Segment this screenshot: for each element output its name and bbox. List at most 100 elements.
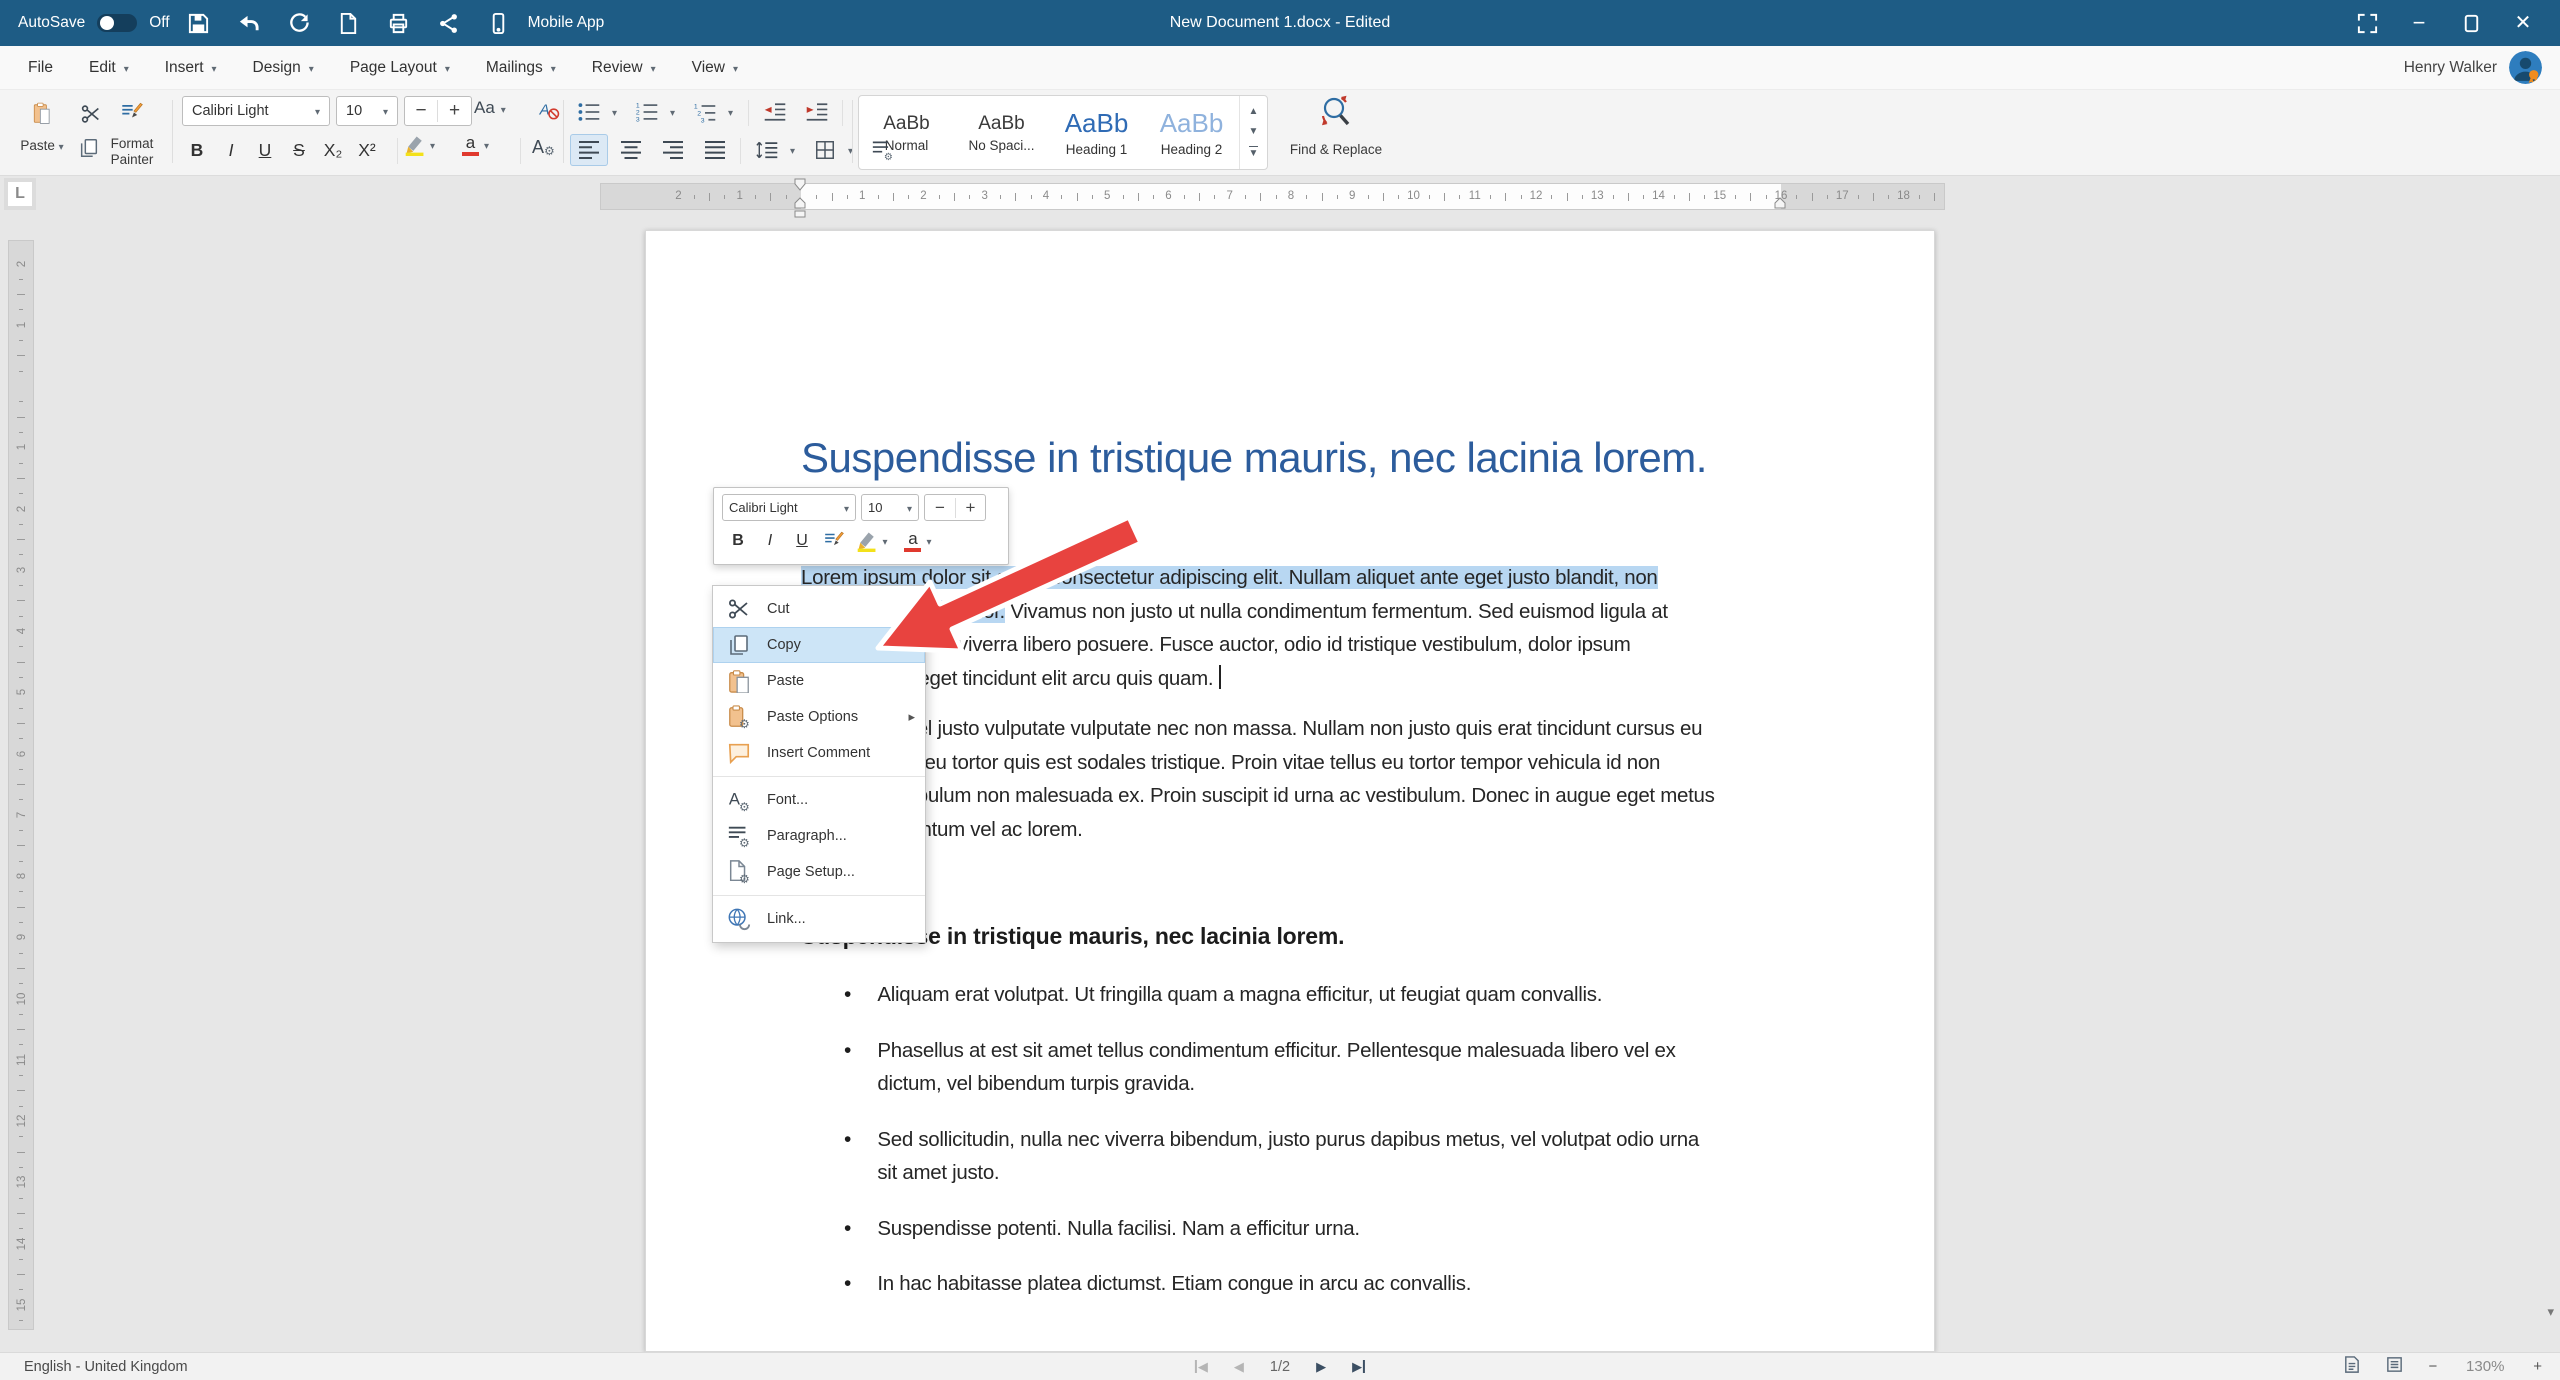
style-heading-1[interactable]: AaBbHeading 1 bbox=[1049, 96, 1144, 169]
mini-decrease-font-button[interactable]: − bbox=[925, 498, 955, 518]
numbered-list-button[interactable]: 123 bbox=[628, 96, 675, 128]
find-replace-button[interactable]: Find & Replace bbox=[1288, 94, 1384, 158]
context-menu-item-insert-comment[interactable]: Insert Comment bbox=[713, 735, 925, 771]
styles-more-icon[interactable] bbox=[1249, 146, 1259, 159]
menu-item-label: Paragraph... bbox=[767, 828, 915, 844]
redo-icon[interactable] bbox=[278, 6, 320, 40]
left-indent-marker[interactable] bbox=[794, 210, 806, 218]
autosave-toggle[interactable] bbox=[97, 14, 137, 32]
context-menu-item-paste-options[interactable]: ⚙Paste Options bbox=[713, 699, 925, 735]
context-menu-item-paste[interactable]: Paste bbox=[713, 663, 925, 699]
format-painter-button[interactable] bbox=[108, 94, 156, 132]
multilevel-list-button[interactable]: 123 bbox=[686, 96, 733, 128]
context-menu-item-link[interactable]: Link... bbox=[713, 901, 925, 937]
line-spacing-button[interactable] bbox=[748, 134, 795, 166]
format-u-button[interactable]: U bbox=[248, 134, 282, 166]
previous-page-button[interactable] bbox=[1234, 1360, 1244, 1373]
zoom-out-button[interactable]: − bbox=[2428, 1358, 2437, 1375]
format-b-button[interactable]: B bbox=[180, 134, 214, 166]
tab-selector[interactable]: L bbox=[4, 178, 36, 210]
context-menu-item-page-setup[interactable]: ⚙Page Setup... bbox=[713, 854, 925, 890]
style-no-spaci[interactable]: AaBbNo Spaci... bbox=[954, 96, 1049, 169]
menu-item-label: Copy bbox=[767, 637, 915, 653]
mini-highlight-color-button[interactable] bbox=[850, 527, 894, 555]
decrease-font-button[interactable]: − bbox=[405, 100, 438, 122]
restore-icon[interactable] bbox=[2452, 6, 2490, 40]
mini-format-b-button[interactable]: B bbox=[722, 527, 754, 555]
format-i-button[interactable]: I bbox=[214, 134, 248, 166]
align-right-button[interactable] bbox=[654, 134, 692, 166]
bullet-list-button[interactable] bbox=[570, 96, 617, 128]
close-icon[interactable]: ✕ bbox=[2504, 6, 2542, 40]
zoom-level[interactable]: 130% bbox=[2461, 1358, 2509, 1375]
print-icon[interactable] bbox=[378, 6, 420, 40]
first-page-button[interactable] bbox=[1194, 1360, 1208, 1373]
cut-button[interactable] bbox=[72, 98, 110, 130]
last-page-button[interactable] bbox=[1352, 1360, 1366, 1373]
svg-text:⚙: ⚙ bbox=[739, 717, 750, 729]
styles-scroll-down-icon[interactable] bbox=[1249, 126, 1259, 137]
zoom-in-button[interactable]: + bbox=[2533, 1358, 2542, 1375]
vertical-ruler[interactable]: 21123456789101112131415 bbox=[8, 240, 34, 1330]
next-page-button[interactable] bbox=[1316, 1360, 1326, 1373]
align-left-button[interactable] bbox=[570, 134, 608, 166]
svg-text:2: 2 bbox=[697, 110, 701, 117]
chevron-down-icon bbox=[309, 59, 314, 77]
format-painter-label[interactable]: Format Painter bbox=[96, 136, 168, 168]
scroll-down-icon[interactable]: ▾ bbox=[2547, 1304, 2554, 1320]
font-size-select[interactable]: 10 bbox=[336, 96, 398, 126]
paste-button[interactable] bbox=[18, 94, 66, 132]
borders-button[interactable] bbox=[806, 134, 853, 166]
mini-increase-font-button[interactable]: + bbox=[955, 498, 985, 518]
format-x-button[interactable]: X² bbox=[350, 134, 384, 166]
mini-font-color-button[interactable]: a bbox=[894, 527, 942, 555]
mini-font-name-select[interactable]: Calibri Light bbox=[722, 494, 856, 521]
language-indicator[interactable]: English - United Kingdom bbox=[0, 1359, 188, 1375]
highlight-color-button[interactable] bbox=[404, 134, 435, 156]
print-layout-view-icon[interactable] bbox=[2342, 1355, 2361, 1378]
decrease-indent-button[interactable] bbox=[756, 96, 794, 128]
menu-mailings[interactable]: Mailings bbox=[468, 46, 574, 89]
context-menu-item-cut[interactable]: Cut bbox=[713, 591, 925, 627]
share-icon[interactable] bbox=[428, 6, 470, 40]
increase-font-button[interactable]: + bbox=[438, 100, 471, 122]
context-menu-item-paragraph[interactable]: ⚙Paragraph... bbox=[713, 818, 925, 854]
paste-label[interactable]: Paste bbox=[8, 138, 76, 154]
styles-scroll-up-icon[interactable] bbox=[1249, 106, 1259, 117]
format-s-button[interactable]: S bbox=[282, 134, 316, 166]
right-indent-marker[interactable] bbox=[1774, 197, 1786, 209]
increase-indent-button[interactable] bbox=[798, 96, 836, 128]
menu-edit[interactable]: Edit bbox=[71, 46, 147, 89]
undo-icon[interactable] bbox=[228, 6, 270, 40]
menu-review[interactable]: Review bbox=[574, 46, 674, 89]
align-justify-button[interactable] bbox=[696, 134, 734, 166]
menu-insert[interactable]: Insert bbox=[147, 46, 235, 89]
mobile-icon[interactable] bbox=[478, 6, 520, 40]
menu-page-layout[interactable]: Page Layout bbox=[332, 46, 468, 89]
mini-format-painter-button[interactable] bbox=[818, 527, 850, 555]
context-menu-item-font[interactable]: A⚙Font... bbox=[713, 782, 925, 818]
font-name-select[interactable]: Calibri Light bbox=[182, 96, 330, 126]
mini-font-size-select[interactable]: 10 bbox=[861, 494, 919, 521]
format-x-button[interactable]: X₂ bbox=[316, 134, 350, 166]
menu-file[interactable]: File bbox=[10, 46, 71, 89]
web-layout-view-icon[interactable] bbox=[2385, 1355, 2404, 1378]
hanging-indent-marker[interactable] bbox=[794, 197, 806, 209]
font-settings-button[interactable]: A⚙ bbox=[532, 136, 555, 158]
align-center-button[interactable] bbox=[612, 134, 650, 166]
fullscreen-icon[interactable] bbox=[2348, 6, 2386, 40]
paragraph-settings-button[interactable]: ⚙ bbox=[864, 134, 902, 166]
context-menu-item-copy[interactable]: Copy bbox=[713, 627, 925, 663]
minimize-icon[interactable]: − bbox=[2400, 6, 2438, 40]
new-document-icon[interactable] bbox=[328, 6, 370, 40]
font-color-button[interactable]: a bbox=[462, 134, 489, 156]
menu-design[interactable]: Design bbox=[235, 46, 332, 89]
mini-format-u-button[interactable]: U bbox=[786, 527, 818, 555]
change-case-button[interactable]: Aa bbox=[474, 98, 506, 118]
first-line-indent-marker[interactable] bbox=[794, 178, 806, 191]
avatar[interactable] bbox=[2509, 51, 2542, 84]
mini-format-i-button[interactable]: I bbox=[754, 527, 786, 555]
save-icon[interactable] bbox=[178, 6, 220, 40]
menu-view[interactable]: View bbox=[674, 46, 756, 89]
style-heading-2[interactable]: AaBbHeading 2 bbox=[1144, 96, 1239, 169]
